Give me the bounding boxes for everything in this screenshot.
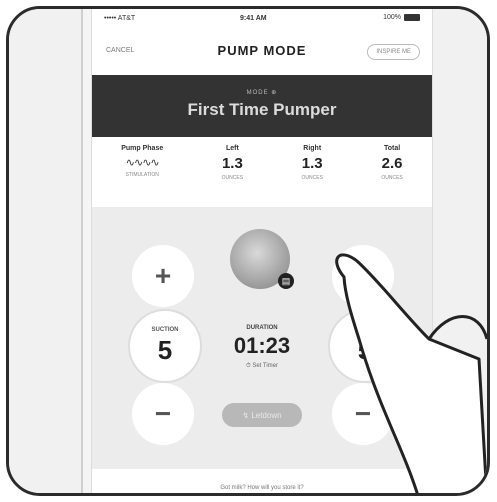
finger-icon xyxy=(335,253,487,493)
phone-frame: ••••• AT&T 9:41 AM 100% CANCEL PUMP MODE… xyxy=(6,6,490,496)
pointing-hand-overlay xyxy=(335,253,487,493)
knuckle-icon xyxy=(427,315,487,340)
